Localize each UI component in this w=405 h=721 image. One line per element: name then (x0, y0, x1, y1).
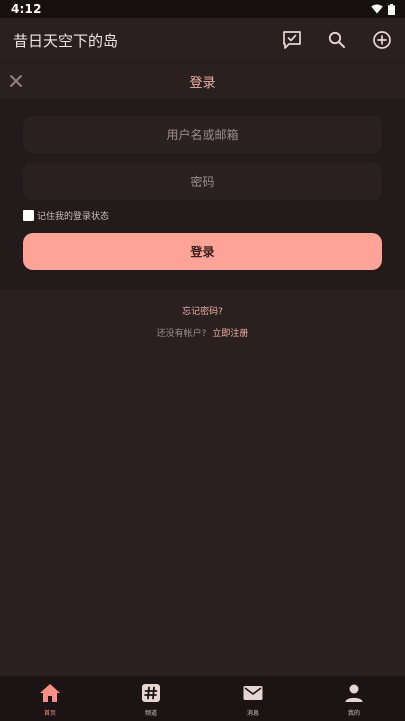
no-account-text: 还没有帐户? (156, 329, 207, 339)
username-input[interactable] (23, 116, 382, 153)
nav-label-messages: 消息 (246, 710, 259, 717)
wifi-icon (371, 4, 383, 14)
app-title: 昔日天空下的岛 (13, 32, 119, 50)
checkin-button[interactable] (281, 29, 303, 51)
login-header: 登录 (0, 62, 405, 98)
register-link[interactable]: 立即注册 (212, 329, 248, 339)
remember-checkbox[interactable] (23, 210, 34, 221)
battery-icon (388, 3, 395, 15)
hashtag-icon (142, 684, 160, 702)
forgot-password-link[interactable]: 忘记密码? (0, 304, 405, 317)
bottom-nav: 首页 频道 消息 我的 (0, 676, 405, 721)
nav-label-channels: 频道 (144, 710, 157, 717)
status-bar: 4:12 (0, 0, 405, 18)
mail-icon (243, 686, 263, 700)
register-row: 还没有帐户? 立即注册 (0, 326, 405, 339)
search-icon (328, 31, 345, 48)
status-time: 4:12 (11, 2, 42, 16)
nav-item-home[interactable]: 首页 (20, 682, 80, 718)
home-icon (40, 684, 60, 702)
remember-label: 记住我的登录状态 (37, 212, 110, 222)
nav-label-profile: 我的 (347, 710, 360, 717)
chat-check-icon (283, 31, 301, 49)
app-bar: 昔日天空下的岛 (0, 18, 405, 62)
add-circle-icon (373, 31, 391, 49)
search-button[interactable] (326, 29, 348, 51)
login-title: 登录 (189, 76, 216, 91)
add-button[interactable] (371, 29, 393, 51)
login-button[interactable]: 登录 (23, 233, 382, 270)
remember-me[interactable]: 记住我的登录状态 (23, 209, 109, 222)
status-icons (371, 3, 395, 15)
nav-item-profile[interactable]: 我的 (324, 682, 384, 718)
nav-item-messages[interactable]: 消息 (223, 682, 283, 718)
nav-label-home: 首页 (43, 710, 56, 717)
person-icon (345, 684, 363, 702)
login-form: 记住我的登录状态 登录 (0, 98, 405, 289)
nav-item-channels[interactable]: 频道 (121, 682, 181, 718)
password-input[interactable] (23, 163, 382, 200)
